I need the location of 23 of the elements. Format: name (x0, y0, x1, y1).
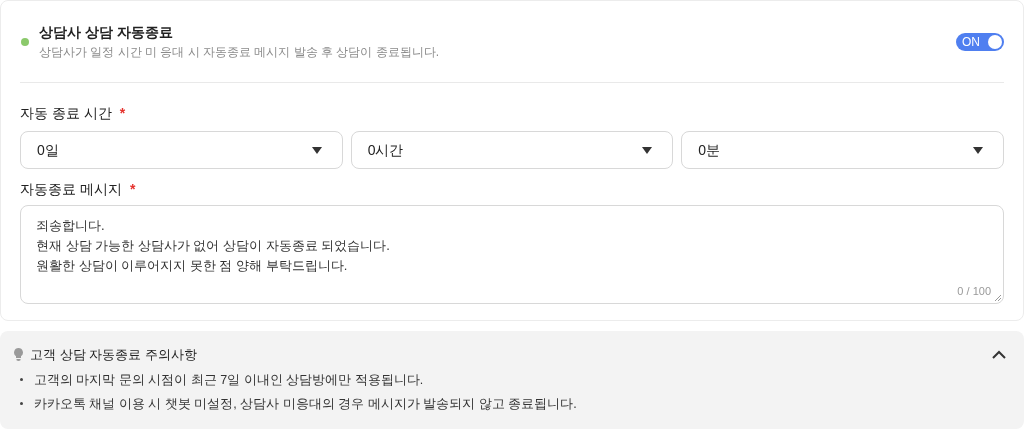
required-mark: * (119, 104, 126, 123)
dropdown-caret-icon (311, 146, 322, 154)
lightbulb-icon (14, 348, 23, 362)
notice-item: 카카오톡 채널 이용 시 챗봇 미설정, 상담사 미응대의 경우 메시지가 발송되지 않고 종료됩니다. (34, 395, 577, 413)
dropdown-caret-icon (642, 146, 653, 154)
setting-description: 상담사가 일정 시간 미 응대 시 자동종료 메시지 발송 후 상담이 종료됩니다. (39, 44, 440, 60)
collapse-toggle[interactable] (992, 350, 1006, 360)
bullet-icon (20, 402, 23, 405)
message-field[interactable]: 죄송합니다. 현재 상담 가능한 상담사가 없어 상담이 자동종료 되었습니다. 원활한 상담이 이루어지지 못한 점 양해 부탁드립니다. 0 / 100 (20, 205, 1004, 304)
dropdown-caret-icon (973, 146, 983, 154)
field-label: 자동종료 메시지 (20, 180, 122, 199)
resize-handle-icon[interactable] (994, 294, 1001, 301)
notice-item: 고객의 마지막 문의 시점이 최근 7일 이내인 상담방에만 적용됩니다. (34, 371, 424, 389)
dropdown-select[interactable]: 0일 (20, 131, 343, 169)
field-label: 자동 종료 시간 (20, 104, 112, 123)
bullet-icon (20, 378, 23, 381)
toggle-switch[interactable]: ON (956, 32, 1004, 51)
character-counter: 0 / 100 (957, 283, 991, 299)
setting-title: 상담사 상담 자동종료 (39, 23, 174, 41)
dropdown-select[interactable]: 0분 (681, 131, 1004, 169)
notice-title: 고객 상담 자동종료 주의사항 (30, 346, 198, 364)
required-mark: * (129, 180, 136, 199)
dropdown-select[interactable]: 0시간 (350, 131, 674, 169)
